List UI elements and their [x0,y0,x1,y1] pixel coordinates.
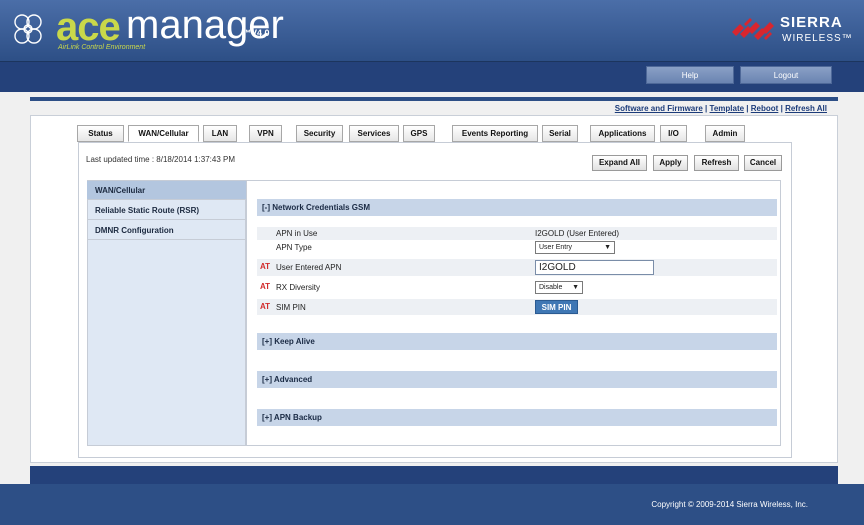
sidebar-item-rsr[interactable]: Reliable Static Route (RSR) [87,201,246,220]
sierra-wireless-logo-icon [732,18,774,40]
app-header: ace manager ™V4.0 AirLink Control Enviro… [0,0,864,62]
sim-pin-button[interactable]: SIM PIN [535,300,578,314]
quick-links: Software and Firmware | Template | Reboo… [614,104,827,113]
tab-lan[interactable]: LAN [203,125,237,142]
at-indicator: AT [260,262,271,271]
ace-logo-icon [14,14,42,44]
version-label: ™V4.0 [242,28,270,38]
apn-in-use-label: APN in Use [276,229,318,238]
tab-admin[interactable]: Admin [705,125,745,142]
row-sim-pin [257,299,777,315]
apply-button[interactable]: Apply [653,155,688,171]
tab-status[interactable]: Status [77,125,124,142]
section-apn-backup[interactable]: [+] APN Backup [257,409,777,426]
dropdown-arrow-icon: ▼ [572,284,579,291]
logo-tagline: AirLink Control Environment [58,44,146,51]
row-apn-in-use [257,227,777,240]
apn-type-label: APN Type [276,243,312,252]
section-network-credentials[interactable]: [-] Network Credentials GSM [257,199,777,216]
vendor-name: SIERRA [780,14,843,31]
user-entered-apn-input[interactable]: I2GOLD [535,260,654,275]
tab-wan-cellular[interactable]: WAN/Cellular [128,125,199,142]
expand-all-button[interactable]: Expand All [592,155,647,171]
at-indicator: AT [260,302,271,311]
section-keep-alive[interactable]: [+] Keep Alive [257,333,777,350]
tab-vpn[interactable]: VPN [249,125,282,142]
user-entered-apn-label: User Entered APN [276,263,342,272]
tab-gps[interactable]: GPS [403,125,435,142]
software-firmware-link[interactable]: Software and Firmware [615,104,703,113]
footer-band [30,466,838,484]
rx-diversity-select[interactable]: Disable ▼ [535,281,583,294]
top-nav-band [0,62,864,92]
sim-pin-label: SIM PIN [276,303,306,312]
refresh-button[interactable]: Refresh [694,155,739,171]
tab-applications[interactable]: Applications [590,125,655,142]
help-button[interactable]: Help [646,66,734,84]
tab-security[interactable]: Security [296,125,343,142]
sidebar-item-dmnr[interactable]: DMNR Configuration [87,221,246,240]
tab-io[interactable]: I/O [660,125,687,142]
at-indicator: AT [260,282,271,291]
tab-events-reporting[interactable]: Events Reporting [452,125,538,142]
vendor-subtitle: WIRELESS™ [782,33,853,44]
section-advanced[interactable]: [+] Advanced [257,371,777,388]
apn-in-use-value: I2GOLD (User Entered) [535,229,620,238]
apn-type-select[interactable]: User Entry ▼ [535,241,615,254]
copyright-text: Copyright © 2009-2014 Sierra Wireless, I… [651,500,808,509]
logo-manager-text: manager [126,3,284,47]
rx-diversity-label: RX Diversity [276,283,321,292]
content-top-strip [30,97,838,101]
last-updated-text: Last updated time : 8/18/2014 1:37:43 PM [86,155,235,164]
tab-serial[interactable]: Serial [542,125,578,142]
sidebar-item-wan-cellular[interactable]: WAN/Cellular [87,181,246,200]
refresh-all-link[interactable]: Refresh All [785,104,827,113]
reboot-link[interactable]: Reboot [751,104,779,113]
dropdown-arrow-icon: ▼ [604,244,611,251]
logout-button[interactable]: Logout [740,66,832,84]
tab-services[interactable]: Services [349,125,399,142]
template-link[interactable]: Template [710,104,745,113]
cancel-button[interactable]: Cancel [744,155,782,171]
